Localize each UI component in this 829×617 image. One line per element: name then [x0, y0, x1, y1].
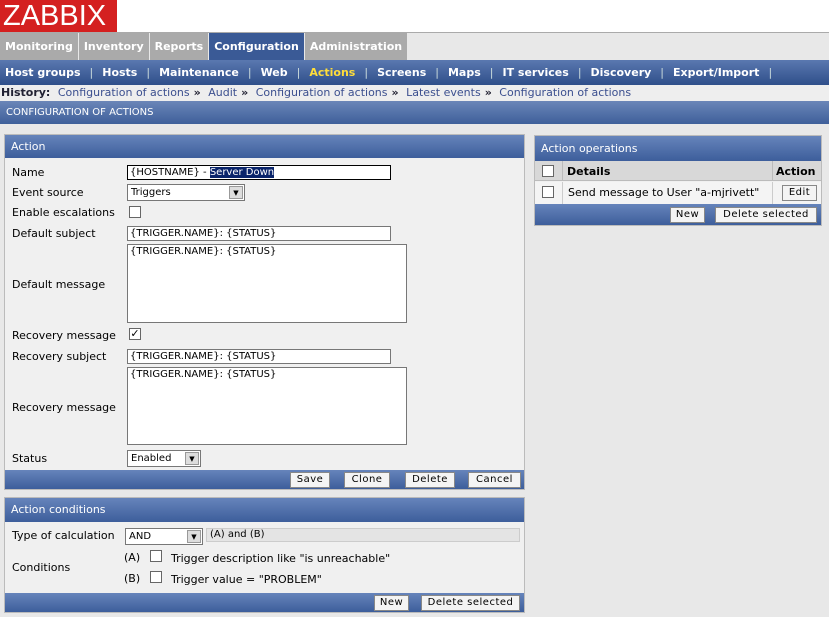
condition-text: Trigger description like "is unreachable… — [171, 552, 391, 565]
name-input[interactable]: {HOSTNAME} - Server Down — [127, 165, 391, 180]
sub-nav: Host groups | Hosts | Maintenance | Web | Ac… — [0, 60, 829, 85]
tab-inventory[interactable]: Inventory — [78, 33, 149, 60]
nav-discovery[interactable]: Discovery — [591, 66, 652, 79]
details-column-header: Details — [567, 165, 611, 178]
row-checkbox[interactable] — [542, 186, 554, 198]
name-label: Name — [12, 166, 45, 179]
calc-label: Type of calculation — [12, 529, 115, 542]
escalations-label: Enable escalations — [12, 206, 115, 219]
operations-table-header: Details Action — [535, 161, 821, 181]
history-breadcrumb: History: Configuration of actions» Audit… — [0, 85, 829, 101]
action-panel: Action Name {HOSTNAME} - Server Down Eve… — [4, 134, 525, 490]
page-title: CONFIGURATION OF ACTIONS — [0, 101, 829, 124]
zabbix-logo[interactable]: ZABBIX — [0, 0, 117, 32]
calc-value: AND — [129, 531, 152, 542]
column-divider — [562, 182, 563, 204]
event-source-value: Triggers — [131, 187, 171, 198]
header-bar — [0, 0, 829, 33]
nav-host-groups[interactable]: Host groups — [5, 66, 81, 79]
recovery-subject-input[interactable] — [127, 349, 391, 364]
chevron-down-icon: ▼ — [187, 530, 201, 543]
new-condition-button[interactable]: New — [374, 595, 409, 611]
action-column-header: Action — [776, 165, 816, 178]
delete-selected-conditions-button[interactable]: Delete selected — [421, 595, 520, 611]
cancel-button[interactable]: Cancel — [468, 472, 521, 488]
action-panel-title: Action — [5, 135, 524, 158]
column-divider — [772, 161, 773, 181]
history-label: History: — [1, 86, 51, 99]
tab-configuration[interactable]: Configuration — [209, 33, 304, 60]
nav-it-services[interactable]: IT services — [502, 66, 568, 79]
history-link[interactable]: Audit — [208, 86, 237, 99]
chevron-down-icon: ▼ — [185, 452, 199, 465]
calc-formula: (A) and (B) — [206, 528, 520, 542]
name-text: {HOSTNAME} - — [130, 167, 210, 178]
nav-export-import[interactable]: Export/Import — [673, 66, 759, 79]
edit-operation-button[interactable]: Edit — [782, 185, 817, 201]
conditions-label: Conditions — [12, 561, 71, 574]
delete-button[interactable]: Delete — [405, 472, 455, 488]
condition-id: (A) — [124, 551, 141, 564]
nav-maintenance[interactable]: Maintenance — [159, 66, 239, 79]
condition-checkbox[interactable] — [150, 571, 162, 583]
tab-monitoring[interactable]: Monitoring — [0, 33, 78, 60]
nav-screens[interactable]: Screens — [377, 66, 426, 79]
clone-button[interactable]: Clone — [344, 472, 390, 488]
column-divider — [772, 182, 773, 204]
save-button[interactable]: Save — [290, 472, 330, 488]
event-source-label: Event source — [12, 186, 84, 199]
default-subject-input[interactable] — [127, 226, 391, 241]
default-message-label: Default message — [12, 278, 106, 291]
event-source-select[interactable]: Triggers ▼ — [127, 184, 245, 201]
conditions-panel: Action conditions Type of calculation AN… — [4, 497, 525, 613]
condition-id: (B) — [124, 572, 141, 585]
nav-maps[interactable]: Maps — [448, 66, 481, 79]
calc-select[interactable]: AND ▼ — [125, 528, 203, 545]
nav-web[interactable]: Web — [261, 66, 288, 79]
default-subject-label: Default subject — [12, 227, 96, 240]
history-link[interactable]: Configuration of actions — [256, 86, 388, 99]
history-link[interactable]: Configuration of actions — [499, 86, 631, 99]
recovery-subject-label: Recovery subject — [12, 350, 107, 363]
default-message-textarea[interactable]: {TRIGGER.NAME}: {STATUS} — [127, 244, 407, 323]
conditions-panel-title: Action conditions — [5, 498, 524, 522]
status-label: Status — [12, 452, 48, 465]
condition-checkbox[interactable] — [150, 550, 162, 562]
new-operation-button[interactable]: New — [670, 207, 705, 223]
recovery-message-text-label: Recovery message — [12, 401, 116, 414]
nav-actions[interactable]: Actions — [309, 66, 355, 79]
name-selected-text: Server Down — [209, 167, 275, 178]
operations-panel-title: Action operations — [535, 136, 821, 161]
select-all-checkbox[interactable] — [542, 165, 554, 177]
operation-details: Send message to User "a-mjrivett" — [568, 186, 760, 199]
operations-panel: Action operations Details Action Send me… — [534, 135, 822, 226]
escalations-checkbox[interactable] — [129, 206, 141, 218]
condition-text: Trigger value = "PROBLEM" — [171, 573, 322, 586]
tab-reports[interactable]: Reports — [149, 33, 209, 60]
tab-administration[interactable]: Administration — [304, 33, 408, 60]
status-select[interactable]: Enabled ▼ — [127, 450, 201, 467]
recovery-message-textarea[interactable]: {TRIGGER.NAME}: {STATUS} — [127, 367, 407, 445]
table-row: Send message to User "a-mjrivett" Edit — [535, 182, 821, 204]
chevron-down-icon: ▼ — [229, 186, 243, 199]
history-link[interactable]: Latest events — [406, 86, 481, 99]
main-tabs: Monitoring Inventory Reports Configurati… — [0, 33, 408, 60]
status-value: Enabled — [131, 453, 172, 464]
history-link[interactable]: Configuration of actions — [58, 86, 190, 99]
recovery-message-checkbox[interactable]: ✓ — [129, 328, 141, 340]
delete-selected-operations-button[interactable]: Delete selected — [715, 207, 817, 223]
recovery-message-label: Recovery message — [12, 329, 116, 342]
nav-hosts[interactable]: Hosts — [102, 66, 137, 79]
column-divider — [562, 161, 563, 181]
